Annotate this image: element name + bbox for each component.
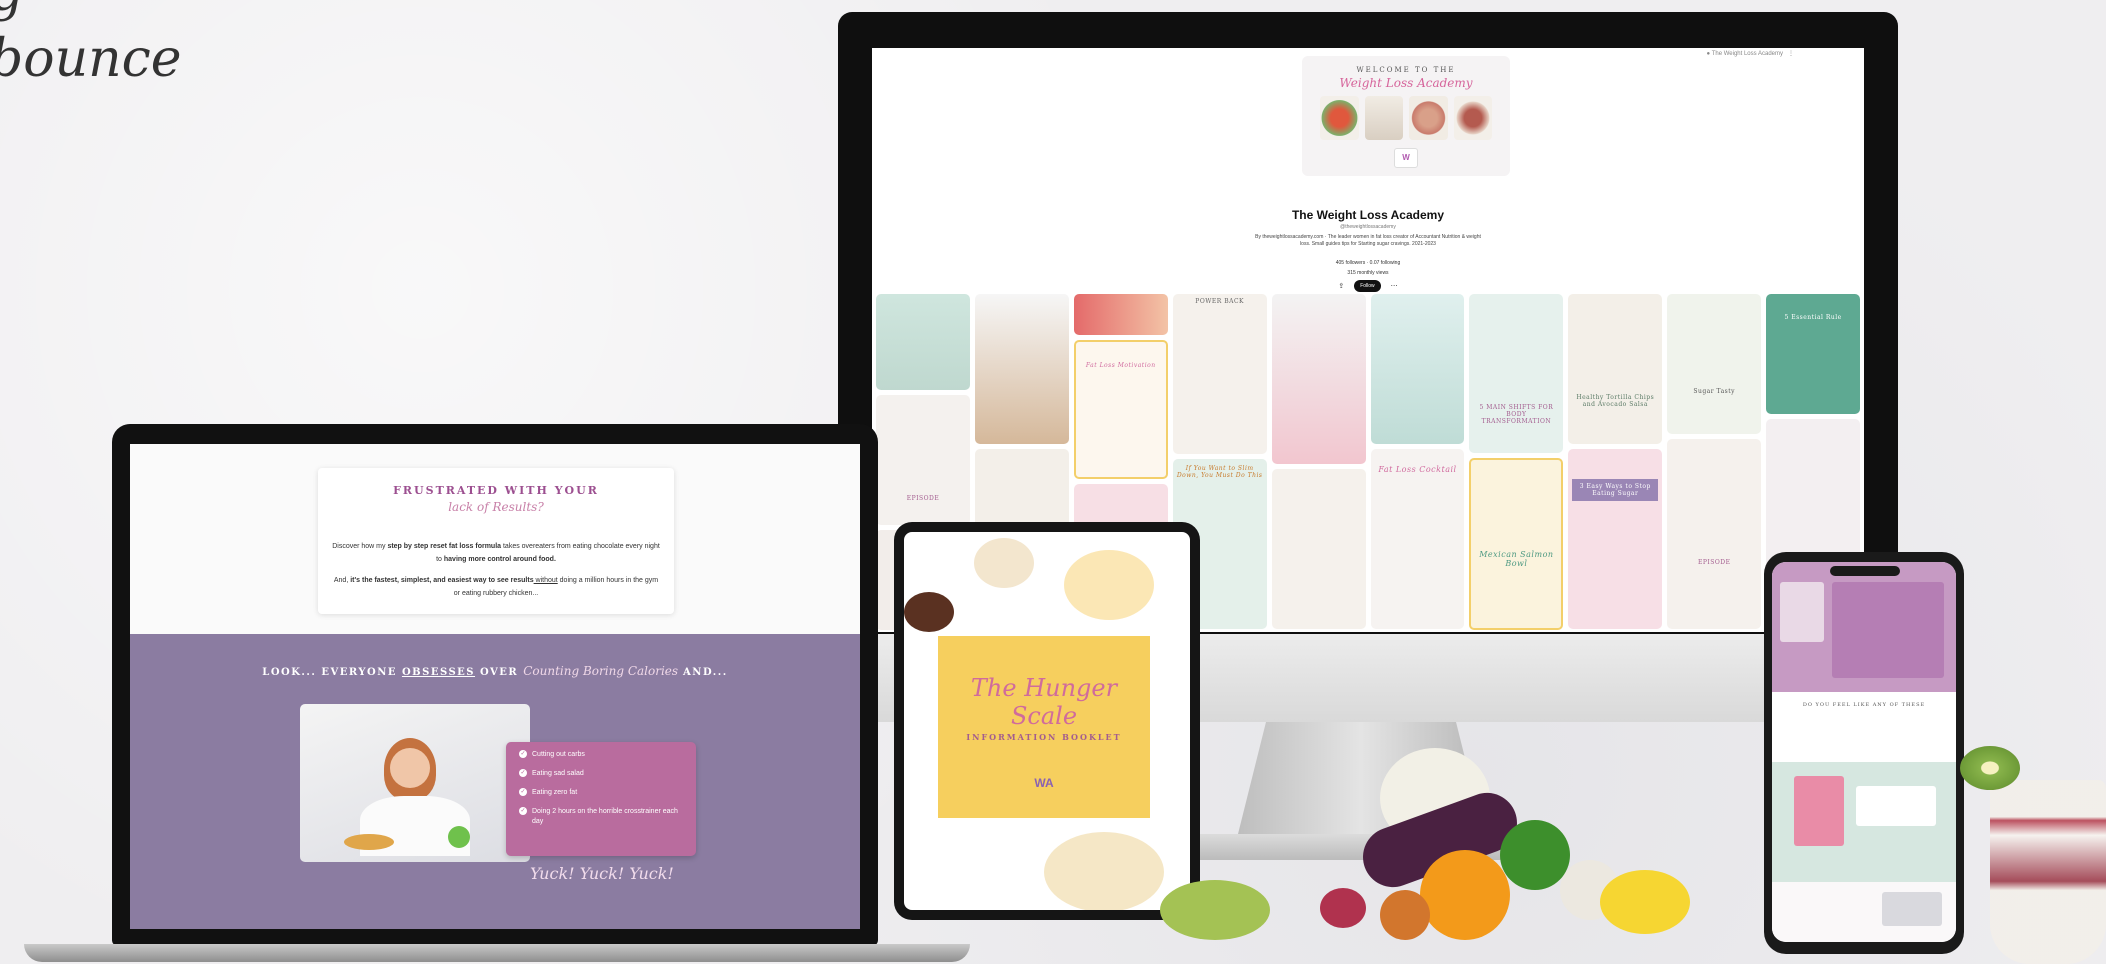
profile-handle: @theweightlossacademy [1340, 224, 1396, 230]
pin-card[interactable]: EPISODE [876, 395, 970, 525]
smartphone: DO YOU FEEL LIKE ANY OF THESE [1764, 552, 1964, 954]
follow-button[interactable]: Follow [1354, 280, 1381, 292]
booklet-subtitle: INFORMATION BOOKLET [966, 732, 1122, 742]
tagline: g bounce [0, 0, 181, 92]
list-item: Cutting out carbs [519, 750, 686, 760]
pin-text: Sugar Tasty [1693, 388, 1736, 395]
phone-section-heading: DO YOU FEEL LIKE ANY OF THESE [1802, 702, 1926, 708]
pin-text: Fat Loss Cocktail [1378, 465, 1457, 474]
phone-bottom-section [1772, 882, 1956, 942]
profile-stats: 405 followers · 0.07 following [1335, 260, 1401, 266]
yuck-text: Yuck! Yuck! Yuck! [530, 864, 674, 883]
cover-photo-3 [1409, 96, 1448, 140]
hero-paragraph-2: And, it's the fastest, simplest, and eas… [333, 577, 659, 597]
phone-hero [1772, 562, 1956, 692]
tablet-screen: The Hunger Scale INFORMATION BOOKLET WA [904, 532, 1190, 910]
cover-subtitle: WELCOME TO THE [1356, 66, 1456, 74]
booklet-logo: WA [1034, 776, 1054, 790]
hero-section: FRUSTRATED WITH YOUR lack of Results? Di… [130, 444, 860, 634]
phone-green-section [1772, 762, 1956, 882]
pin-text: Mexican Salmon Bowl [1479, 549, 1554, 568]
pin-card[interactable]: Mexican Salmon Bowl [1469, 457, 1564, 630]
laptop-screen: FRUSTRATED WITH YOUR lack of Results? Di… [130, 444, 860, 929]
pin-text: EPISODE [1697, 559, 1731, 566]
diet-list: Cutting out carbs Eating sad salad Eatin… [506, 742, 696, 856]
phone-section: DO YOU FEEL LIKE ANY OF THESE [1772, 692, 1956, 762]
academy-logo: W [1394, 148, 1418, 168]
pin-card[interactable] [876, 294, 970, 390]
pin-card[interactable] [1370, 294, 1465, 444]
header-account[interactable]: ● The Weight Loss Academy ⋮ [1707, 50, 1794, 57]
breakfast-plate [1044, 832, 1164, 910]
pin-card[interactable] [1073, 294, 1168, 335]
list-item: Doing 2 hours on the horrible crosstrain… [519, 807, 686, 827]
pin-card[interactable]: 3 Easy Ways to Stop Eating Sugar [1568, 449, 1663, 629]
pin-text: EPISODE [906, 495, 940, 502]
profile-actions: ⇪ Follow ⋯ [872, 280, 1864, 292]
woman-with-food-photo [300, 704, 530, 862]
cover-script-title: Weight Loss Academy [1339, 76, 1473, 90]
parfait-glass [1990, 780, 2106, 964]
pin-text: 5 MAIN SHIFTS FOR BODY TRANSFORMATION [1479, 404, 1554, 425]
booklet-title: The Hunger Scale [970, 674, 1118, 730]
profile-views: 315 monthly views [1347, 270, 1389, 276]
share-icon[interactable]: ⇪ [1338, 282, 1344, 290]
tomato [1380, 890, 1430, 940]
tagline-line1: g [0, 0, 181, 26]
pin-card[interactable]: Fat Loss Cocktail [1370, 449, 1465, 629]
laptop-base [24, 944, 970, 962]
pin-card[interactable]: 5 Essential Rule [1766, 294, 1861, 414]
pin-text: 3 Easy Ways to Stop Eating Sugar [1572, 479, 1659, 501]
cover-photo-1 [1320, 96, 1359, 140]
pin-card[interactable]: Sugar Tasty [1667, 294, 1762, 434]
more-options-icon[interactable]: ⋯ [1391, 282, 1398, 290]
pin-text: If You Want to Slim Down, You Must Do Th… [1176, 465, 1263, 479]
profile-title: The Weight Loss Academy [1291, 208, 1445, 222]
pin-text: 5 Essential Rule [1784, 314, 1842, 321]
obsess-section: LOOK... EVERYONE OBSESSES OVER Counting … [130, 634, 860, 929]
hero-paragraph-1: Discover how my step by step reset fat l… [332, 543, 660, 563]
cover-photos [1320, 96, 1492, 140]
lemon [1600, 870, 1690, 934]
pin-card[interactable] [1271, 469, 1366, 629]
hero-card: FRUSTRATED WITH YOUR lack of Results? Di… [318, 468, 674, 614]
obsess-heading: LOOK... EVERYONE OBSESSES OVER Counting … [262, 664, 728, 678]
laptop: FRUSTRATED WITH YOUR lack of Results? Di… [112, 424, 878, 946]
pin-text: Fat Loss Motivation [1085, 361, 1156, 369]
list-item: Eating zero fat [519, 788, 686, 798]
pin-text: POWER BACK [1195, 298, 1245, 305]
phone-screen: DO YOU FEEL LIKE ANY OF THESE [1772, 562, 1956, 942]
grapes [1160, 880, 1270, 940]
pin-card[interactable]: 5 MAIN SHIFTS FOR BODY TRANSFORMATION [1469, 294, 1564, 453]
pin-card[interactable] [974, 294, 1069, 444]
kiwi-slice [1960, 746, 2020, 790]
orange-pepper [1420, 850, 1510, 940]
cover-photo-4 [1453, 96, 1492, 140]
hero-headline: FRUSTRATED WITH YOUR [393, 484, 599, 497]
pin-text: Healthy Tortilla Chips and Avocado Salsa [1576, 394, 1655, 408]
tagline-line2: bounce [0, 29, 182, 89]
profile-bio: By theweightlossacademy.com · The leader… [1255, 234, 1481, 247]
hero-script: lack of Results? [448, 500, 544, 514]
pin-card[interactable]: POWER BACK [1172, 294, 1267, 454]
radish [1320, 888, 1366, 928]
profile-cover: WELCOME TO THE Weight Loss Academy W [1302, 56, 1510, 176]
phone-notch [1830, 566, 1900, 576]
pancake-plate [974, 538, 1034, 588]
booklet-cover: The Hunger Scale INFORMATION BOOKLET WA [938, 636, 1150, 818]
pin-card[interactable]: Fat Loss Motivation [1073, 339, 1168, 479]
pin-card[interactable] [1271, 294, 1366, 464]
waffle-plate [1064, 550, 1154, 620]
green-pepper [1500, 820, 1570, 890]
coffee-cup [904, 592, 954, 632]
list-item: Eating sad salad [519, 769, 686, 779]
tablet: The Hunger Scale INFORMATION BOOKLET WA [894, 522, 1200, 920]
cover-photo-2 [1364, 96, 1403, 140]
pin-card[interactable]: EPISODE [1667, 439, 1762, 629]
pin-card[interactable]: Healthy Tortilla Chips and Avocado Salsa [1568, 294, 1663, 444]
